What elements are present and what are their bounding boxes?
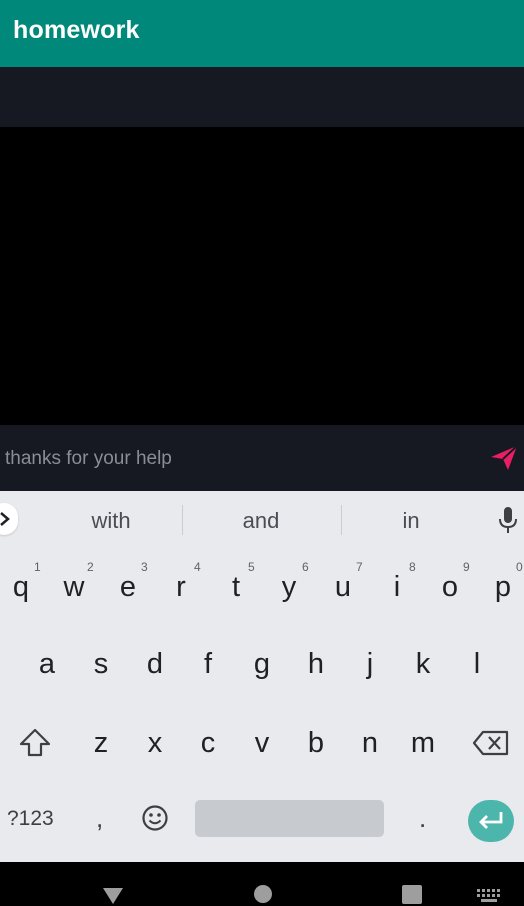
key-l[interactable]: l	[452, 634, 502, 694]
enter-icon	[479, 812, 503, 829]
key-v[interactable]: v	[237, 713, 287, 773]
suggestion-strip: with and in	[0, 491, 524, 549]
message-composer	[0, 425, 524, 491]
key-hint: 9	[463, 560, 470, 574]
send-icon	[491, 445, 518, 470]
key-hint: 0	[516, 560, 523, 574]
suggestion-divider	[341, 505, 342, 535]
enter-key[interactable]	[468, 800, 514, 842]
app-bar: homework	[0, 0, 524, 67]
key-hint: 7	[356, 560, 363, 574]
shift-key[interactable]	[18, 727, 52, 759]
key-s[interactable]: s	[76, 634, 126, 694]
key-hint: 1	[34, 560, 41, 574]
comma-key[interactable]: ,	[96, 803, 103, 834]
key-j[interactable]: j	[345, 634, 395, 694]
key-a[interactable]: a	[22, 634, 72, 694]
message-area	[0, 127, 524, 425]
key-hint: 4	[194, 560, 201, 574]
recents-icon[interactable]	[401, 884, 423, 904]
chevron-right-icon	[0, 512, 10, 526]
home-icon[interactable]	[253, 884, 273, 904]
sub-header-bar	[0, 67, 524, 127]
key-hint: 5	[248, 560, 255, 574]
key-hint: 3	[141, 560, 148, 574]
space-bar[interactable]	[195, 800, 384, 837]
microphone-icon	[499, 507, 517, 533]
suggestion-3[interactable]: in	[351, 508, 471, 534]
app-title: homework	[13, 16, 140, 44]
key-c[interactable]: c	[183, 713, 233, 773]
key-h[interactable]: h	[291, 634, 341, 694]
symbols-key[interactable]: ?123	[7, 807, 54, 831]
suggestion-2[interactable]: and	[201, 508, 321, 534]
voice-input-button[interactable]	[497, 505, 519, 540]
send-button[interactable]	[488, 441, 520, 473]
message-input[interactable]	[5, 445, 475, 473]
shift-icon	[19, 728, 51, 757]
suggestion-divider	[182, 505, 183, 535]
key-f[interactable]: f	[183, 634, 233, 694]
key-d[interactable]: d	[130, 634, 180, 694]
key-hint: 6	[302, 560, 309, 574]
soft-keyboard: with and in q 1 w 2 e 3 r 4 t 5 y 6 u 7 …	[0, 491, 524, 862]
keyboard-switch-icon[interactable]	[477, 889, 501, 903]
key-hint: 8	[409, 560, 416, 574]
backspace-icon	[472, 730, 509, 756]
key-g[interactable]: g	[237, 634, 287, 694]
expand-toolbar-button[interactable]	[0, 503, 18, 535]
key-x[interactable]: x	[130, 713, 180, 773]
period-key[interactable]: .	[419, 803, 426, 834]
backspace-key[interactable]	[472, 729, 510, 757]
key-m[interactable]: m	[398, 713, 448, 773]
suggestion-1[interactable]: with	[51, 508, 171, 534]
key-hint: 2	[87, 560, 94, 574]
key-z[interactable]: z	[76, 713, 126, 773]
key-b[interactable]: b	[291, 713, 341, 773]
system-navigation-bar	[0, 862, 524, 906]
emoji-key[interactable]	[141, 804, 169, 832]
emoji-icon	[142, 805, 168, 831]
key-k[interactable]: k	[398, 634, 448, 694]
back-icon[interactable]	[101, 886, 125, 906]
key-n[interactable]: n	[345, 713, 395, 773]
